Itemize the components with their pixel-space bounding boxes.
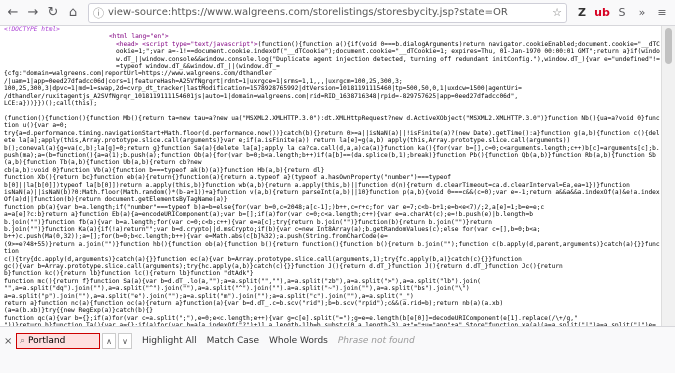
search-icon: ⌕ — [20, 336, 26, 346]
source-line: c(){try{dc.apply(d,arguments)}catch(a){}… — [4, 255, 522, 263]
source-line-doctype: <!DOCTYPE html> — [4, 26, 662, 33]
source-line: a=a[e]?c:b}return a}function Eb(a){a=enc… — [4, 211, 533, 219]
source-line: b++)c.push(Ma(0,32));a=[];for(b=0;b<c.le… — [4, 233, 388, 241]
source-line: 100,25,300,3|dpvc=1|md=1=swap,2d=cvrp_dt… — [4, 85, 522, 93]
script-tag: <script type="text/javascript"> — [142, 40, 258, 48]
find-bar: × ⌕ Portland ∧ ∨ Highlight All Match Cas… — [0, 326, 675, 373]
info-icon[interactable]: ⓘ — [93, 5, 104, 21]
find-input[interactable]: ⌕ Portland — [16, 333, 100, 349]
source-line-head: <head> <script type="text/javascript">(f… — [4, 41, 662, 71]
source-line: b[0]||la[b[0]])typeof la[b[0]])return a.… — [4, 181, 630, 189]
scrollbar-thumb[interactable] — [665, 28, 672, 64]
source-line: function pb(a){var b=a.length;if("number… — [4, 203, 545, 211]
html-tag: <html lang="en"> — [109, 33, 169, 41]
vertical-scrollbar[interactable] — [661, 26, 675, 326]
source-line: gc(){var b=Array.prototype.slice.call(ar… — [4, 263, 563, 270]
match-case-toggle[interactable]: Match Case — [207, 336, 259, 346]
overflow-icon[interactable]: » — [633, 4, 651, 22]
source-line: isNaN(a)||isNaN(b)?0:Math.floor(Math.ran… — [4, 188, 660, 204]
source-line: b.join("")}function fb(a){var b=a.length… — [4, 218, 492, 226]
source-line: b();coneval(a){g=va(c,b);la[g]=0;return … — [4, 144, 660, 167]
reload-icon[interactable]: ↻ — [44, 4, 62, 22]
whole-words-toggle[interactable]: Whole Words — [269, 336, 328, 346]
browser-toolbar: ← → ↻ ⌂ ⓘ view-source:https://www.walgre… — [0, 0, 675, 26]
url-text[interactable]: view-source:https://www.walgreens.com/st… — [108, 7, 548, 18]
source-line: LCE:a}))}})();call(this); — [4, 100, 98, 108]
url-bar[interactable]: ⓘ view-source:https://www.walgreens.com/… — [88, 2, 567, 23]
find-previous-button[interactable]: ∧ — [102, 333, 116, 349]
extension-z-icon[interactable]: Z — [573, 4, 591, 22]
close-find-icon[interactable]: × — [4, 336, 16, 347]
source-line: (9>=e?48+55)}return a.join("")}function … — [4, 240, 660, 256]
view-source-content: <!DOCTYPE html> <html lang="en"> <head> … — [0, 26, 662, 326]
find-status: Phrase not found — [337, 336, 415, 346]
home-icon[interactable]: ⌂ — [64, 4, 82, 22]
bookmark-icon[interactable]: ☆ — [552, 6, 562, 19]
source-line: a=a.split("p").join(""),a=a.split("e").j… — [4, 292, 414, 300]
source-line: return a}function nc(a){function oc(a){r… — [4, 300, 504, 308]
source-line: (a=a(b.xb)}try{{new RegExp(a)}catch(b){} — [4, 307, 154, 315]
hamburger-menu-icon[interactable]: ≡ — [653, 4, 671, 22]
source-line: (function(){function(){function Mb(){ret… — [4, 114, 660, 130]
doctype-text: <!DOCTYPE html> — [4, 26, 60, 33]
source-line: /|uam=1|app=0eed27dfadcc06d|cors=1|featu… — [4, 77, 403, 85]
source-line: function Xb(){return bc}function eb(a){r… — [4, 174, 452, 182]
source-line: "",a=a.split("dq").join(""),a=a.split("^… — [4, 285, 470, 293]
head-tag: <head> — [116, 40, 139, 48]
source-line: /dthandler/ruxitagentjs_A2SVfNgrqr_10181… — [4, 92, 519, 100]
source-line: function qc(a){var b={};if(a)for(var c=a… — [4, 314, 578, 322]
source-line: b.join("")}function Ka(a){if(!a)return""… — [4, 225, 541, 233]
extension-s-icon[interactable]: S — [613, 4, 631, 22]
find-next-button[interactable]: ∨ — [118, 333, 132, 349]
source-line: function mc(){return f}function Sa(a){va… — [4, 277, 481, 285]
ublock-icon[interactable]: ub — [593, 4, 611, 22]
back-icon[interactable]: ← — [4, 4, 22, 22]
source-code-block: {cfg:"domain=walgreens.com|reportUrl=htt… — [4, 70, 662, 326]
highlight-all-toggle[interactable]: Highlight All — [142, 336, 197, 346]
source-line: {cfg:"domain=walgreens.com|reportUrl=htt… — [4, 70, 273, 78]
source-line: b}function kc(){return lb}function lc(){… — [4, 270, 254, 278]
source-line: try{a=d.performance.timing.navigationSta… — [4, 129, 660, 145]
source-line: cb(a,b):void 0}function Vb(a){function b… — [4, 166, 325, 174]
find-input-value[interactable]: Portland — [28, 336, 65, 346]
source-line-html: <html lang="en"> — [4, 33, 662, 40]
forward-icon[interactable]: → — [24, 4, 42, 22]
source-line — [4, 107, 662, 114]
